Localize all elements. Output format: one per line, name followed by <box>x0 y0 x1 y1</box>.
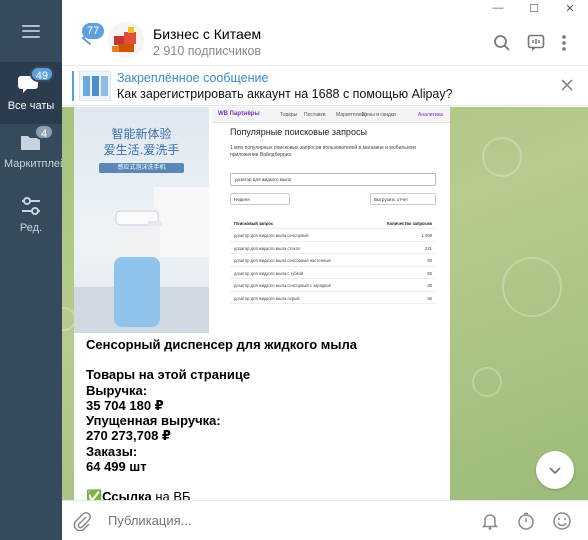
folder-label: Ред. <box>19 222 43 234</box>
emoji-icon[interactable] <box>552 511 572 531</box>
wb-nav-item: Поставки <box>304 112 326 118</box>
post-spacer <box>86 474 438 489</box>
wb-col-query: Поисковый запрос <box>234 221 274 226</box>
post-line: 64 499 шт <box>86 459 147 475</box>
row-count: 65 <box>427 283 432 288</box>
row-count: 65 <box>427 270 432 276</box>
wallpaper-doodle <box>502 257 562 317</box>
post-line: Товары на этой странице <box>86 367 251 383</box>
wb-title: Популярные поисковые запросы <box>230 127 367 137</box>
composer <box>62 500 588 540</box>
wb-table: Поисковый запрос Количество запросов доз… <box>230 217 436 304</box>
folder-badge: 4 <box>34 124 54 140</box>
post-link[interactable]: ✅Ссылка <box>86 489 152 500</box>
post-image[interactable]: 智能新体验 爱生活.爱洗手 感应式泡沫洗手机 WB Партнёры Товар… <box>74 107 450 333</box>
table-row: дозатор для жидкого мыла сенсорный с зар… <box>230 279 436 292</box>
wb-period: Неделя <box>230 193 290 205</box>
table-row: дозатор для жидкого мыла стекло 221 <box>230 242 436 254</box>
chats-icon: 49 <box>18 66 54 96</box>
scroll-down-button[interactable] <box>536 451 574 489</box>
row-count: 93 <box>427 258 432 263</box>
pinned-indicator <box>72 71 74 101</box>
pinned-title: Закреплённое сообщение <box>117 71 269 85</box>
table-row: дозатор для жидкого мыла сенсорный насте… <box>230 254 436 267</box>
maximize-button[interactable]: ☐ <box>516 0 552 16</box>
menu-button[interactable] <box>0 0 62 62</box>
wb-analytics-screenshot: WB Партнёры Товары Поставки Маркетплейс … <box>212 107 450 333</box>
row-query: дозатор для жидкого мыла с губкой <box>234 270 304 276</box>
chevron-down-icon <box>549 467 561 475</box>
pinned-thumbnail <box>79 71 111 101</box>
row-count: 56 <box>427 295 432 301</box>
channel-avatar[interactable] <box>108 22 144 58</box>
pinned-text: Как зарегистрировать аккаунт на 1688 с п… <box>117 87 453 101</box>
wb-nav-item: Товары <box>280 112 298 118</box>
subscriber-count: 2 910 подписчиков <box>153 44 262 58</box>
post-line: 35 704 180 ₽ <box>86 397 164 413</box>
chat-header: — ☐ ✕ 77 Бизнес с Китаем 2 910 подписчик… <box>62 0 588 66</box>
wb-nav: WB Партнёры Товары Поставки Маркетплейс … <box>212 107 450 123</box>
folders-sidebar: 49 Все чаты 4 Маркитплейсы Ред. <box>0 0 80 540</box>
row-query: дозатор для жидкого мыла серый <box>234 295 300 301</box>
wallpaper-doodle <box>472 367 502 397</box>
minimize-button[interactable]: — <box>480 0 516 16</box>
close-icon[interactable] <box>560 78 574 92</box>
bell-icon[interactable] <box>480 511 500 531</box>
post-line: Выручка: <box>86 382 148 398</box>
wallpaper-doodle <box>482 137 522 177</box>
message-input[interactable] <box>108 513 408 528</box>
post-spacer <box>86 352 438 367</box>
search-icon[interactable] <box>493 34 511 52</box>
wb-nav-item: Аналитика <box>418 112 443 118</box>
attach-icon[interactable] <box>72 511 92 532</box>
wb-col-count: Количество запросов <box>387 221 432 226</box>
table-row: дозатор для жидкого мыла с губкой 65 <box>230 267 436 279</box>
wb-search: дозатор для жидкого мыла <box>230 173 436 186</box>
hamburger-icon <box>22 24 40 38</box>
folder-label: Все чаты <box>7 100 55 112</box>
close-window-button[interactable]: ✕ <box>552 0 588 16</box>
folder-marketplaces[interactable]: 4 Маркитплейсы <box>0 124 80 188</box>
folder-icon: 4 <box>18 124 54 154</box>
post-link-suffix: на ВБ <box>151 489 191 500</box>
wb-nav-item: Цены и скидки <box>362 112 396 118</box>
post-line: Упущенная выручка: <box>86 413 221 429</box>
row-query: дозатор для жидкого мыла сенсорный с зар… <box>234 283 331 288</box>
wb-description: 1 млн популярных поисковых запросов поль… <box>230 145 416 158</box>
sliders-icon <box>18 194 44 218</box>
folder-label: Маркитплейсы <box>4 158 80 170</box>
unread-badge: 77 <box>82 23 105 39</box>
product-slogan-1: 智能新体验 <box>111 127 172 141</box>
timer-icon[interactable] <box>516 511 536 531</box>
comments-icon[interactable] <box>527 34 545 52</box>
post-line: 270 273,708 ₽ <box>86 428 171 444</box>
channel-post[interactable]: 智能新体验 爱生活.爱洗手 感应式泡沫洗手机 WB Партнёры Товар… <box>74 107 450 500</box>
post-text: Сенсорный диспенсер для жидкого мыла Тов… <box>86 337 438 500</box>
product-caption: 感应式泡沫洗手机 <box>99 163 184 173</box>
row-count: 221 <box>425 245 432 251</box>
product-slogan-2: 爱生活.爱洗手 <box>103 143 180 157</box>
row-count: 1 408 <box>421 233 432 238</box>
product-photo: 智能新体验 爱生活.爱洗手 感应式泡沫洗手机 <box>74 107 209 333</box>
pinned-message-bar[interactable]: Закреплённое сообщение Как зарегистриров… <box>62 66 588 106</box>
window-controls: — ☐ ✕ <box>480 0 588 16</box>
more-icon[interactable] <box>558 34 584 52</box>
chat-area[interactable]: 智能新体验 爱生活.爱洗手 感应式泡沫洗手机 WB Партнёры Товар… <box>62 107 588 500</box>
row-query: дозатор для жидкого мыла сенсорный <box>234 233 309 238</box>
folder-edit[interactable]: Ред. <box>0 194 62 238</box>
folder-badge: 49 <box>29 66 54 82</box>
row-query: дозатор для жидкого мыла сенсорный насте… <box>234 258 331 263</box>
channel-title[interactable]: Бизнес с Китаем <box>153 26 261 42</box>
table-row: дозатор для жидкого мыла серый 56 <box>230 292 436 304</box>
row-query: дозатор для жидкого мыла стекло <box>234 245 301 251</box>
wb-logo: WB Партнёры <box>218 111 260 117</box>
wb-export: Выгрузить отчет <box>370 193 436 205</box>
post-line: Заказы: <box>86 443 138 459</box>
table-row: дозатор для жидкого мыла сенсорный 1 408 <box>230 229 436 242</box>
folder-all-chats[interactable]: 49 Все чаты <box>0 62 62 124</box>
wb-table-header: Поисковый запрос Количество запросов <box>230 217 436 229</box>
post-line: Сенсорный диспенсер для жидкого мыла <box>86 337 358 352</box>
